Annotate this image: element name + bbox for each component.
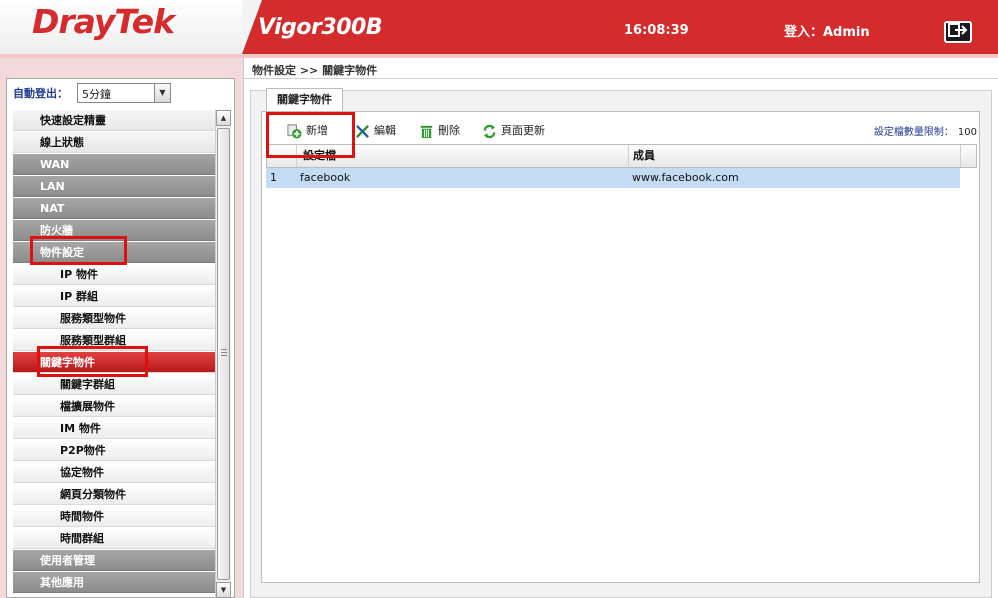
tab-keyword-object[interactable]: 關鍵字物件 (266, 88, 343, 112)
sidebar-item[interactable]: 時間物件 (13, 505, 215, 527)
profile-limit-label: 設定檔數量限制： (873, 127, 954, 138)
logo-area: DrayTek (0, 0, 262, 54)
breadcrumb: 物件設定 >> 關鍵字物件 (252, 64, 378, 77)
delete-button[interactable]: 刪除 (419, 122, 460, 140)
chevron-down-icon[interactable]: ▼ (154, 84, 170, 102)
edit-button[interactable]: 編輯 (355, 122, 396, 140)
draytek-logo: DrayTek (32, 2, 175, 41)
sidebar: 自動登出： 5分鐘 ▼ 快速設定精靈 線上狀態 WAN LAN NAT 防火牆 物件設定 IP… (6, 78, 235, 598)
auto-logout-value: 5分鐘 (82, 88, 111, 101)
toolbar: 新增 編輯 刪除 頁面更新 設定檔數量限制： 100 (267, 120, 977, 142)
sidebar-item[interactable]: IP 物件 (13, 263, 215, 285)
refresh-icon (483, 124, 496, 138)
sidebar-item[interactable]: 網頁分類物件 (13, 483, 215, 505)
sidebar-item[interactable]: 時間群組 (13, 527, 215, 549)
refresh-button[interactable]: 頁面更新 (482, 122, 545, 140)
table-header: 設定檔 成員 (266, 144, 977, 168)
delete-label: 刪除 (438, 124, 460, 137)
scroll-up-icon[interactable]: ▲ (216, 110, 231, 126)
scroll-down-icon[interactable]: ▼ (216, 582, 231, 598)
app-header: DrayTek Vigor300B 16:08:39 登入：Admin (0, 0, 998, 54)
sidebar-item[interactable]: WAN (13, 153, 215, 175)
panel-body: 新增 編輯 刪除 頁面更新 設定檔數量限制： 100 設定檔 成員 1 face… (261, 111, 980, 583)
sidebar-item[interactable]: 快速設定精靈 (13, 109, 215, 131)
row-profile: facebook (300, 171, 351, 184)
profile-limit: 設定檔數量限制： 100 (874, 123, 977, 138)
breadcrumb-divider (244, 78, 998, 79)
grip-icon (221, 349, 227, 356)
refresh-label: 頁面更新 (501, 124, 545, 137)
sidebar-item[interactable]: LAN (13, 175, 215, 197)
highlight-add-button (266, 112, 355, 158)
system-clock: 16:08:39 (624, 23, 689, 38)
scrollbar-thumb[interactable] (217, 128, 230, 580)
sidebar-item[interactable]: P2P物件 (13, 439, 215, 461)
auto-logout-select[interactable]: 5分鐘 ▼ (77, 83, 171, 103)
logout-button[interactable] (944, 21, 972, 43)
sidebar-item[interactable]: 協定物件 (13, 461, 215, 483)
sidebar-scrollbar[interactable]: ▲ ▼ (215, 110, 231, 598)
sidebar-item[interactable]: 線上狀態 (13, 131, 215, 153)
column-header-member[interactable]: 成員 (629, 145, 961, 167)
row-index: 1 (270, 171, 277, 184)
edit-label: 編輯 (374, 124, 396, 137)
device-model: Vigor300B (258, 15, 383, 40)
sidebar-item[interactable]: IP 群組 (13, 285, 215, 307)
logout-arrow-icon (948, 23, 968, 37)
sidebar-item[interactable]: 其他應用 (13, 571, 215, 593)
sidebar-item[interactable]: 使用者管理 (13, 549, 215, 571)
sidebar-item[interactable]: IM 物件 (13, 417, 215, 439)
sidebar-item[interactable]: 服務類型物件 (13, 307, 215, 329)
auto-logout-label: 自動登出： (13, 87, 68, 100)
content-area: 物件設定 >> 關鍵字物件 關鍵字物件 新增 編輯 刪除 頁面更新 設定檔數量限… (243, 58, 998, 598)
edit-tools-icon (356, 124, 369, 138)
login-user: 登入：Admin (784, 25, 870, 40)
object-panel: 關鍵字物件 新增 編輯 刪除 頁面更新 設定檔數量限制： 100 設定檔 成員 … (250, 88, 992, 598)
sidebar-item[interactable]: 檔擴展物件 (13, 395, 215, 417)
trash-icon (420, 125, 433, 138)
table-row[interactable]: 1 facebook www.facebook.com (266, 168, 960, 188)
row-member: www.facebook.com (632, 171, 739, 184)
highlight-keyword-object (37, 346, 148, 377)
keyword-object-table: 設定檔 成員 1 facebook www.facebook.com (266, 144, 977, 580)
profile-limit-value: 100 (957, 127, 977, 138)
highlight-object-settings (30, 236, 127, 265)
sidebar-item[interactable]: NAT (13, 197, 215, 219)
